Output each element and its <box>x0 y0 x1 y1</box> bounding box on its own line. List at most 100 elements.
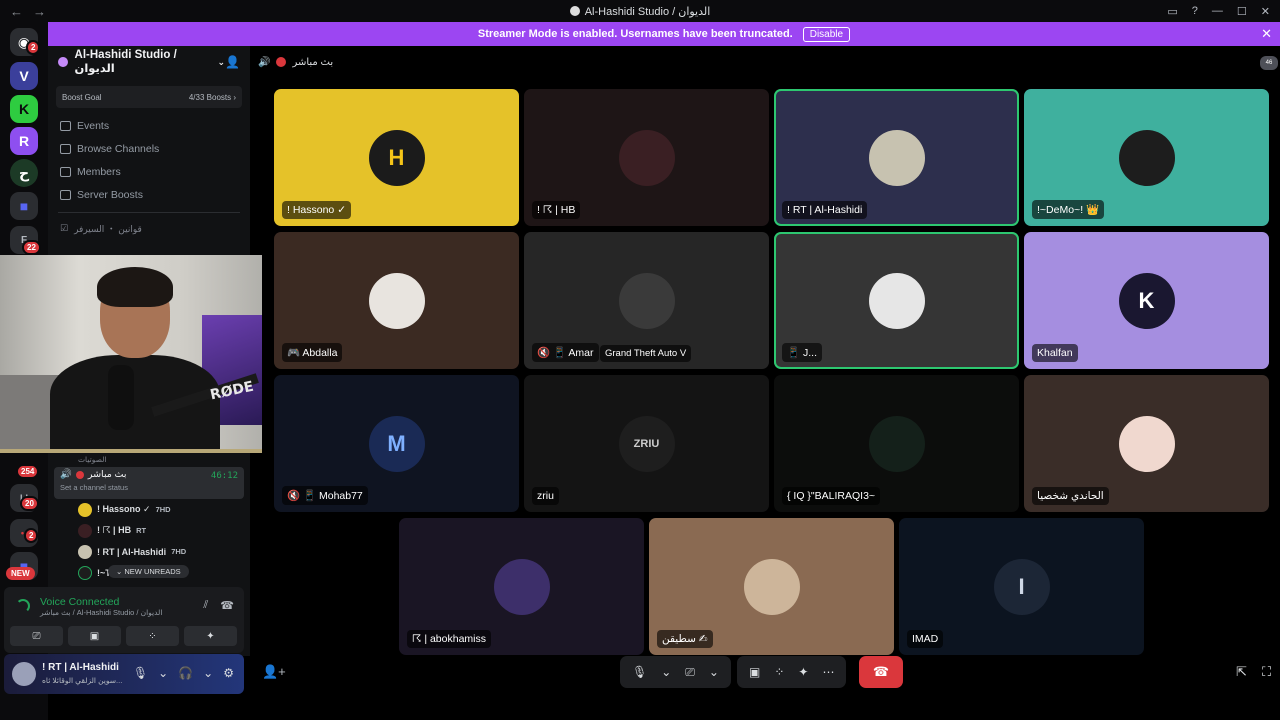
server-icon-kick[interactable]: K <box>10 95 38 123</box>
mic-camera-group: 🎙 ⌄ ⎚ ⌄ <box>620 656 731 688</box>
tile-username: 🔇 📱 Mohab77 <box>282 486 368 505</box>
more-icon[interactable]: ⋯ <box>822 665 834 679</box>
chevron-down-icon[interactable]: ⌄ <box>203 666 213 680</box>
back-arrow-icon[interactable]: ← <box>10 4 23 19</box>
activities-button[interactable]: ⁘ <box>126 626 179 646</box>
activities-icon[interactable]: ⁘ <box>774 665 784 679</box>
tile-username: 🎮 Abdalla <box>282 343 343 362</box>
menu-item-events[interactable]: Events <box>48 114 250 137</box>
server-badge: 20 <box>20 496 39 511</box>
call-header: 🔊 بث مباشر <box>258 52 333 72</box>
chat-icon[interactable]: 46 <box>1260 56 1278 70</box>
chat-count: 46 <box>1265 60 1273 66</box>
soundboard-icon[interactable]: ✦ <box>798 665 808 679</box>
user-tag: RT <box>136 526 147 535</box>
server-icon-current[interactable]: ح <box>10 159 38 187</box>
server-header[interactable]: Al-Hashidi Studio / الديوان ⌄ 👤 <box>48 46 250 78</box>
avatar[interactable] <box>12 662 36 686</box>
new-unreads-pill[interactable]: ⌄ NEW UNREADS <box>108 565 189 578</box>
voice-connected-panel: Voice Connected بث مباشر / Al-Hashidi St… <box>4 587 244 653</box>
voice-channel[interactable]: 🔊 بث مباشر Set a channel status 46:12 <box>54 467 244 499</box>
video-tile[interactable]: ZRIU zriu <box>524 375 769 512</box>
video-tile[interactable]: I IMAD <box>899 518 1144 655</box>
webcam-overlay: RØDE <box>0 255 262 453</box>
server-icon-v[interactable]: V <box>10 62 38 90</box>
user-tag: 7HD <box>155 505 171 514</box>
menu-item-members[interactable]: Members <box>48 160 250 183</box>
avatar: ZRIU <box>618 415 675 472</box>
disconnect-button[interactable]: ☎ <box>859 656 903 688</box>
menu-item-label: Members <box>77 165 121 178</box>
maximize-button[interactable]: ☐ <box>1237 5 1247 18</box>
minimize-button[interactable]: — <box>1212 5 1223 17</box>
avatar <box>618 129 675 186</box>
voice-user[interactable]: ! Hassono ✓ 7HD <box>48 499 250 520</box>
close-icon[interactable]: ✕ <box>1261 26 1272 42</box>
soundboard-button[interactable]: ✦ <box>184 626 237 646</box>
help-icon[interactable]: ? <box>1192 5 1198 17</box>
boost-count: 4/33 Boosts › <box>188 92 236 102</box>
avatar <box>868 415 925 472</box>
menu-item-server-boosts[interactable]: Server Boosts <box>48 183 250 206</box>
user-tag: 7HD <box>171 547 187 556</box>
chevron-down-icon[interactable]: ⌄ <box>158 666 168 680</box>
chevron-down-icon[interactable]: ⌄ <box>709 665 719 679</box>
new-unreads-label: NEW UNREADS <box>124 567 181 576</box>
noise-suppression-icon[interactable]: ⫽ <box>203 599 208 612</box>
close-window-button[interactable]: ✕ <box>1261 5 1270 18</box>
mute-icon[interactable]: 🎙 <box>133 666 148 680</box>
boost-goal[interactable]: Boost Goal 4/33 Boosts › <box>56 86 242 108</box>
menu-item-browse-channels[interactable]: Browse Channels <box>48 137 250 160</box>
invite-icon[interactable]: 👤 <box>225 55 240 69</box>
fullscreen-icon[interactable]: ⛶ <box>1262 664 1271 680</box>
avatar: M <box>368 415 425 472</box>
settings-gear-icon[interactable]: ⚙ <box>223 666 234 680</box>
video-tile[interactable]: K Khalfan <box>1024 232 1269 369</box>
video-tile[interactable]: ! ☈ | HB <box>524 89 769 226</box>
video-tile[interactable]: سطيقن ✍ <box>649 518 894 655</box>
server-folder-icon[interactable]: ■ <box>10 192 38 220</box>
menu-item-label: Server Boosts <box>77 188 143 201</box>
camera-toggle-button[interactable]: ⎚ <box>10 626 63 646</box>
forward-arrow-icon[interactable]: → <box>33 4 46 19</box>
invite-to-call-icon[interactable]: 👤+ <box>262 664 286 680</box>
video-tile[interactable]: H ! Hassono ✓ <box>274 89 519 226</box>
disconnect-icon[interactable]: ☎ <box>220 599 234 612</box>
camera-off-icon[interactable]: ⎚ <box>685 665 695 680</box>
channel-status[interactable]: Set a channel status <box>60 483 238 492</box>
voice-category[interactable]: الصوتيات <box>48 453 250 467</box>
voice-user-name: ! RT | Al-Hashidi <box>97 546 167 557</box>
video-tile[interactable]: M 🔇 📱 Mohab77 <box>274 375 519 512</box>
voice-user[interactable]: ! ☈ | HB RT <box>48 520 250 541</box>
live-dot-icon <box>75 470 84 479</box>
video-tile[interactable]: ! RT | Al-Hashidi <box>774 89 1019 226</box>
voice-connected-subtitle[interactable]: بث مباشر / Al-Hashidi Studio / الديوان <box>40 608 162 617</box>
avatar <box>618 272 675 329</box>
divider <box>58 212 240 213</box>
avatar <box>1118 129 1175 186</box>
video-tile[interactable]: 🔇 📱 Amar Grand Theft Auto V <box>524 232 769 369</box>
inbox-icon[interactable]: ▭ <box>1167 5 1177 18</box>
microphone-icon[interactable]: 🎙 <box>632 665 647 679</box>
video-tile[interactable]: ☈ | abokhamiss <box>399 518 644 655</box>
video-tile[interactable]: 🎮 Abdalla <box>274 232 519 369</box>
voice-user[interactable]: ! RT | Al-Hashidi 7HD <box>48 541 250 562</box>
avatar <box>493 558 550 615</box>
disable-button[interactable]: Disable <box>802 26 851 42</box>
channel-row[interactable]: ☑ قوانين ・ السيرفر <box>48 219 250 237</box>
window-title: Al-Hashidi Studio / الديوان <box>0 5 1280 18</box>
video-tile[interactable]: !~DeMo~! 👑 <box>1024 89 1269 226</box>
screen-share-icon[interactable]: ▣ <box>749 665 760 679</box>
signal-icon[interactable] <box>16 599 30 613</box>
avatar <box>1118 415 1175 472</box>
video-tile[interactable]: { IQ }"BALIRAQI3~ <box>774 375 1019 512</box>
screen-share-button[interactable]: ▣ <box>68 626 121 646</box>
chevron-down-icon[interactable]: ⌄ <box>661 665 671 679</box>
popout-icon[interactable]: ⇱ <box>1236 664 1247 680</box>
video-tile[interactable]: الحاندي شخصيا <box>1024 375 1269 512</box>
user-status: سوين الزلقي الوقائلا ثاه... <box>42 676 123 685</box>
headphones-icon[interactable]: 🎧 <box>178 666 193 680</box>
video-tile[interactable]: 📱 J... <box>774 232 1019 369</box>
server-icon-r[interactable]: R <box>10 127 38 155</box>
webcam-person-body <box>50 355 220 449</box>
